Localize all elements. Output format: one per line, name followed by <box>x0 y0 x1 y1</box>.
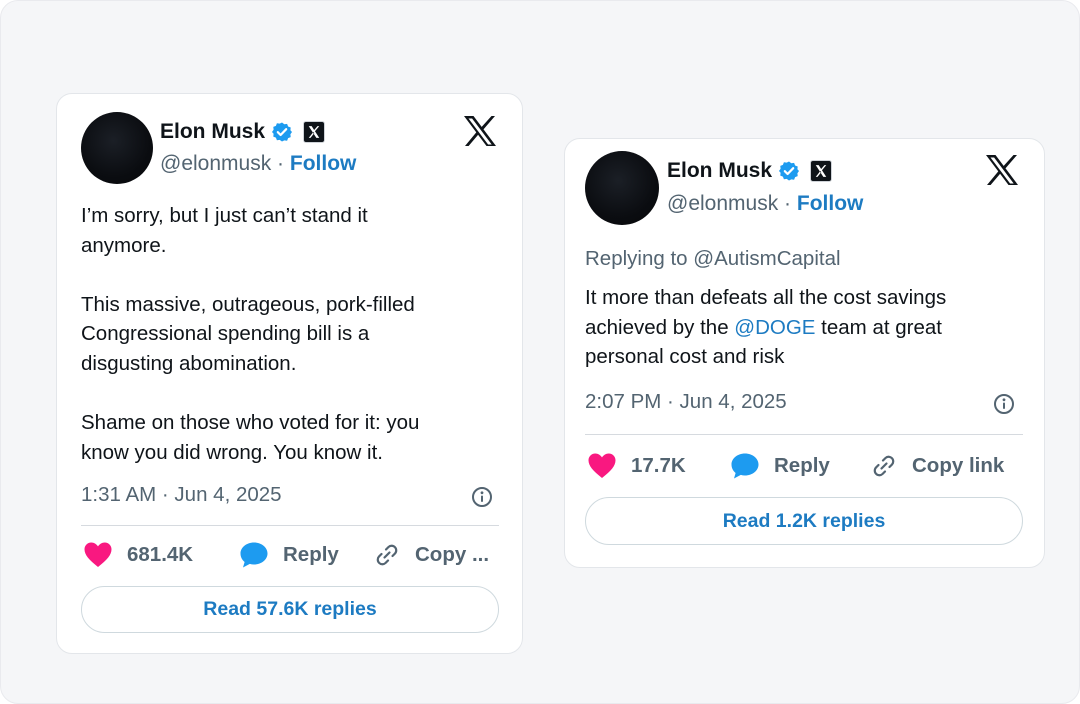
info-icon[interactable] <box>993 393 1015 415</box>
x-affiliate-icon <box>810 160 833 182</box>
reply-button[interactable]: Reply <box>239 541 339 569</box>
link-icon <box>873 455 895 477</box>
x-logo-icon[interactable] <box>463 115 497 147</box>
author-name-row: Elon Musk <box>160 120 326 144</box>
reply-label: Reply <box>774 454 830 477</box>
copy-label: Copy ... <box>415 543 490 566</box>
reply-label: Reply <box>283 543 339 566</box>
info-icon[interactable] <box>471 486 493 508</box>
replying-to: Replying to @AutismCapital <box>585 247 841 270</box>
follow-button[interactable]: Follow <box>290 152 357 175</box>
background-canvas: Elon Musk @elonmusk · Follow I’m sorry, … <box>0 0 1080 704</box>
handle[interactable]: @elonmusk <box>667 192 778 215</box>
timestamp[interactable]: 1:31 AM · Jun 4, 2025 <box>81 483 282 507</box>
heart-icon <box>588 453 616 478</box>
like-count: 681.4K <box>127 543 194 566</box>
reply-bubble-icon <box>240 542 268 568</box>
avatar[interactable] <box>81 112 153 184</box>
separator: · <box>277 152 285 175</box>
tweet-text: I’m sorry, but I just can’t stand it any… <box>81 204 420 464</box>
author-name[interactable]: Elon Musk <box>160 120 265 144</box>
x-logo-icon[interactable] <box>985 154 1019 186</box>
doge-mention-link[interactable]: @DOGE <box>734 316 815 339</box>
divider <box>585 434 1023 435</box>
heart-icon <box>84 542 112 567</box>
x-affiliate-icon <box>303 121 326 143</box>
timestamp[interactable]: 2:07 PM · Jun 4, 2025 <box>585 390 787 414</box>
read-replies-button[interactable]: Read 1.2K replies <box>585 497 1023 545</box>
avatar[interactable] <box>585 151 659 225</box>
separator: · <box>784 192 792 215</box>
reply-bubble-icon <box>731 453 759 479</box>
author-name[interactable]: Elon Musk <box>667 159 772 183</box>
reply-button[interactable]: Reply <box>730 452 830 480</box>
handle-row: @elonmusk · Follow <box>667 192 863 216</box>
copy-label: Copy link <box>912 454 1005 477</box>
follow-button[interactable]: Follow <box>797 192 864 215</box>
tweet-text: It more than defeats all the cost saving… <box>585 283 1035 372</box>
link-icon <box>376 544 398 566</box>
verified-badge-icon <box>271 121 293 143</box>
copy-link-button[interactable]: Copy ... <box>373 541 489 569</box>
like-button[interactable]: 681.4K <box>83 541 193 569</box>
tweet-card-1: Elon Musk @elonmusk · Follow I’m sorry, … <box>56 93 523 654</box>
read-replies-button[interactable]: Read 57.6K replies <box>81 586 499 633</box>
like-button[interactable]: 17.7K <box>587 452 686 480</box>
verified-badge-icon <box>778 160 800 182</box>
handle[interactable]: @elonmusk <box>160 152 271 175</box>
divider <box>81 525 499 526</box>
copy-link-button[interactable]: Copy link <box>870 452 1004 480</box>
handle-row: @elonmusk · Follow <box>160 152 356 176</box>
tweet-card-2: Elon Musk @elonmusk · Follow Replying to… <box>564 138 1045 568</box>
author-name-row: Elon Musk <box>667 159 833 183</box>
like-count: 17.7K <box>631 454 686 477</box>
